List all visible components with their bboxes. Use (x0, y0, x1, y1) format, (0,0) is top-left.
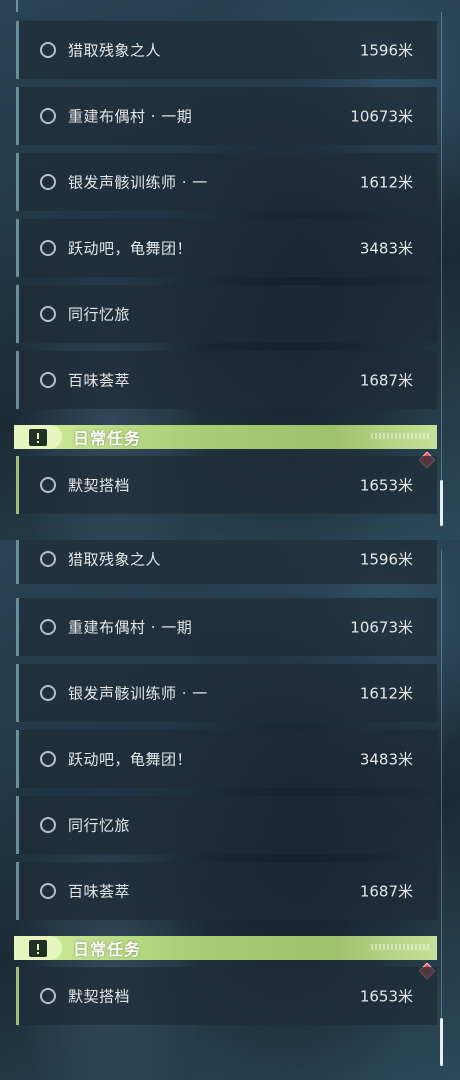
quest-distance: 1687米 (359, 882, 413, 901)
row-accent-bar (16, 730, 19, 788)
row-accent-bar (16, 87, 19, 145)
quest-row[interactable]: 银发声骸训练师 · 一 1612米 (16, 664, 437, 722)
row-accent-bar (16, 862, 19, 920)
row-accent-bar (16, 540, 19, 584)
scrollbar-track[interactable] (441, 550, 442, 1065)
quest-name: 同行忆旅 (68, 816, 131, 835)
quest-distance: 1653米 (359, 476, 413, 495)
quest-row[interactable]: 猎取残象之人 1596米 (16, 540, 437, 584)
quest-status-circle-icon (40, 174, 56, 190)
daily-quest-section-header[interactable]: 日常任务 (14, 936, 437, 960)
quest-status-circle-icon (40, 42, 56, 58)
quest-row[interactable]: 同行忆旅 (16, 285, 437, 343)
row-accent-bar (16, 153, 19, 211)
quest-status-circle-icon (40, 108, 56, 124)
quest-list-panel: 猎取残象之人 1596米 重建布偶村 · 一期 10673米 银发声骸训练师 ·… (0, 0, 460, 540)
quest-distance: 1687米 (359, 371, 413, 390)
quest-status-circle-icon (40, 751, 56, 767)
section-icon-badge (14, 425, 62, 449)
quest-distance: 1653米 (359, 987, 413, 1006)
quest-name: 默契搭档 (68, 476, 131, 495)
section-icon-badge (14, 936, 62, 960)
daily-quest-icon (29, 429, 47, 446)
quest-row[interactable]: 跃动吧，龟舞团！ 3483米 (16, 219, 437, 277)
quest-row[interactable]: 跃动吧，龟舞团！ 3483米 (16, 730, 437, 788)
quest-distance: 1612米 (359, 173, 413, 192)
scrollbar-track[interactable] (441, 12, 442, 527)
quest-name: 百味荟萃 (68, 371, 131, 390)
daily-quest-row[interactable]: 默契搭档 1653米 (16, 967, 437, 1025)
quest-row[interactable]: 重建布偶村 · 一期 10673米 (16, 598, 437, 656)
quest-name: 重建布偶村 · 一期 (68, 107, 193, 126)
quest-distance: 3483米 (359, 750, 413, 769)
row-accent-bar (16, 351, 19, 409)
row-accent-bar (16, 219, 19, 277)
quest-status-circle-icon (40, 372, 56, 388)
row-accent-bar (16, 456, 19, 514)
quest-name: 猎取残象之人 (68, 41, 162, 60)
quest-list-panel: 猎取残象之人 1596米 重建布偶村 · 一期 10673米 银发声骸训练师 ·… (0, 540, 460, 1080)
quest-row[interactable]: 百味荟萃 1687米 (16, 862, 437, 920)
daily-quest-row[interactable]: 默契搭档 1653米 (16, 456, 437, 514)
row-accent-bar (16, 21, 19, 79)
quest-distance: 10673米 (350, 618, 413, 637)
quest-distance: 10673米 (350, 107, 413, 126)
quest-row[interactable]: 重建布偶村 · 一期 10673米 (16, 87, 437, 145)
scrollbar-thumb[interactable] (440, 480, 443, 526)
quest-name: 跃动吧，龟舞团！ (68, 239, 193, 258)
quest-status-circle-icon (40, 306, 56, 322)
quest-status-circle-icon (40, 551, 56, 567)
quest-distance: 1612米 (359, 684, 413, 703)
section-title: 日常任务 (73, 940, 142, 959)
row-accent-bar (16, 285, 19, 343)
row-accent-bar (16, 796, 19, 854)
quest-name: 银发声骸训练师 · 一 (68, 684, 208, 703)
quest-name: 银发声骸训练师 · 一 (68, 173, 208, 192)
daily-quest-icon (29, 940, 47, 957)
quest-name: 默契搭档 (68, 987, 131, 1006)
row-accent-bar (16, 598, 19, 656)
quest-status-circle-icon (40, 883, 56, 899)
scrollbar-thumb[interactable] (440, 1018, 443, 1066)
quest-distance: 3483米 (359, 239, 413, 258)
quest-name: 猎取残象之人 (68, 550, 162, 569)
quest-status-circle-icon (40, 685, 56, 701)
row-accent-bar (16, 0, 18, 12)
quest-status-circle-icon (40, 240, 56, 256)
decorative-stripes (371, 944, 429, 950)
quest-name: 重建布偶村 · 一期 (68, 618, 193, 637)
quest-row[interactable]: 同行忆旅 (16, 796, 437, 854)
quest-status-circle-icon (40, 477, 56, 493)
daily-quest-section-header[interactable]: 日常任务 (14, 425, 437, 449)
quest-status-circle-icon (40, 619, 56, 635)
quest-name: 同行忆旅 (68, 305, 131, 324)
quest-name: 跃动吧，龟舞团！ (68, 750, 193, 769)
decorative-stripes (371, 433, 429, 439)
quest-name: 百味荟萃 (68, 882, 131, 901)
quest-row[interactable]: 百味荟萃 1687米 (16, 351, 437, 409)
quest-row[interactable]: 猎取残象之人 1596米 (16, 21, 437, 79)
row-accent-bar (16, 664, 19, 722)
section-title: 日常任务 (73, 429, 142, 448)
quest-status-circle-icon (40, 988, 56, 1004)
quest-distance: 1596米 (359, 550, 413, 569)
row-accent-bar (16, 967, 19, 1025)
quest-distance: 1596米 (359, 41, 413, 60)
quest-row[interactable]: 银发声骸训练师 · 一 1612米 (16, 153, 437, 211)
quest-status-circle-icon (40, 817, 56, 833)
